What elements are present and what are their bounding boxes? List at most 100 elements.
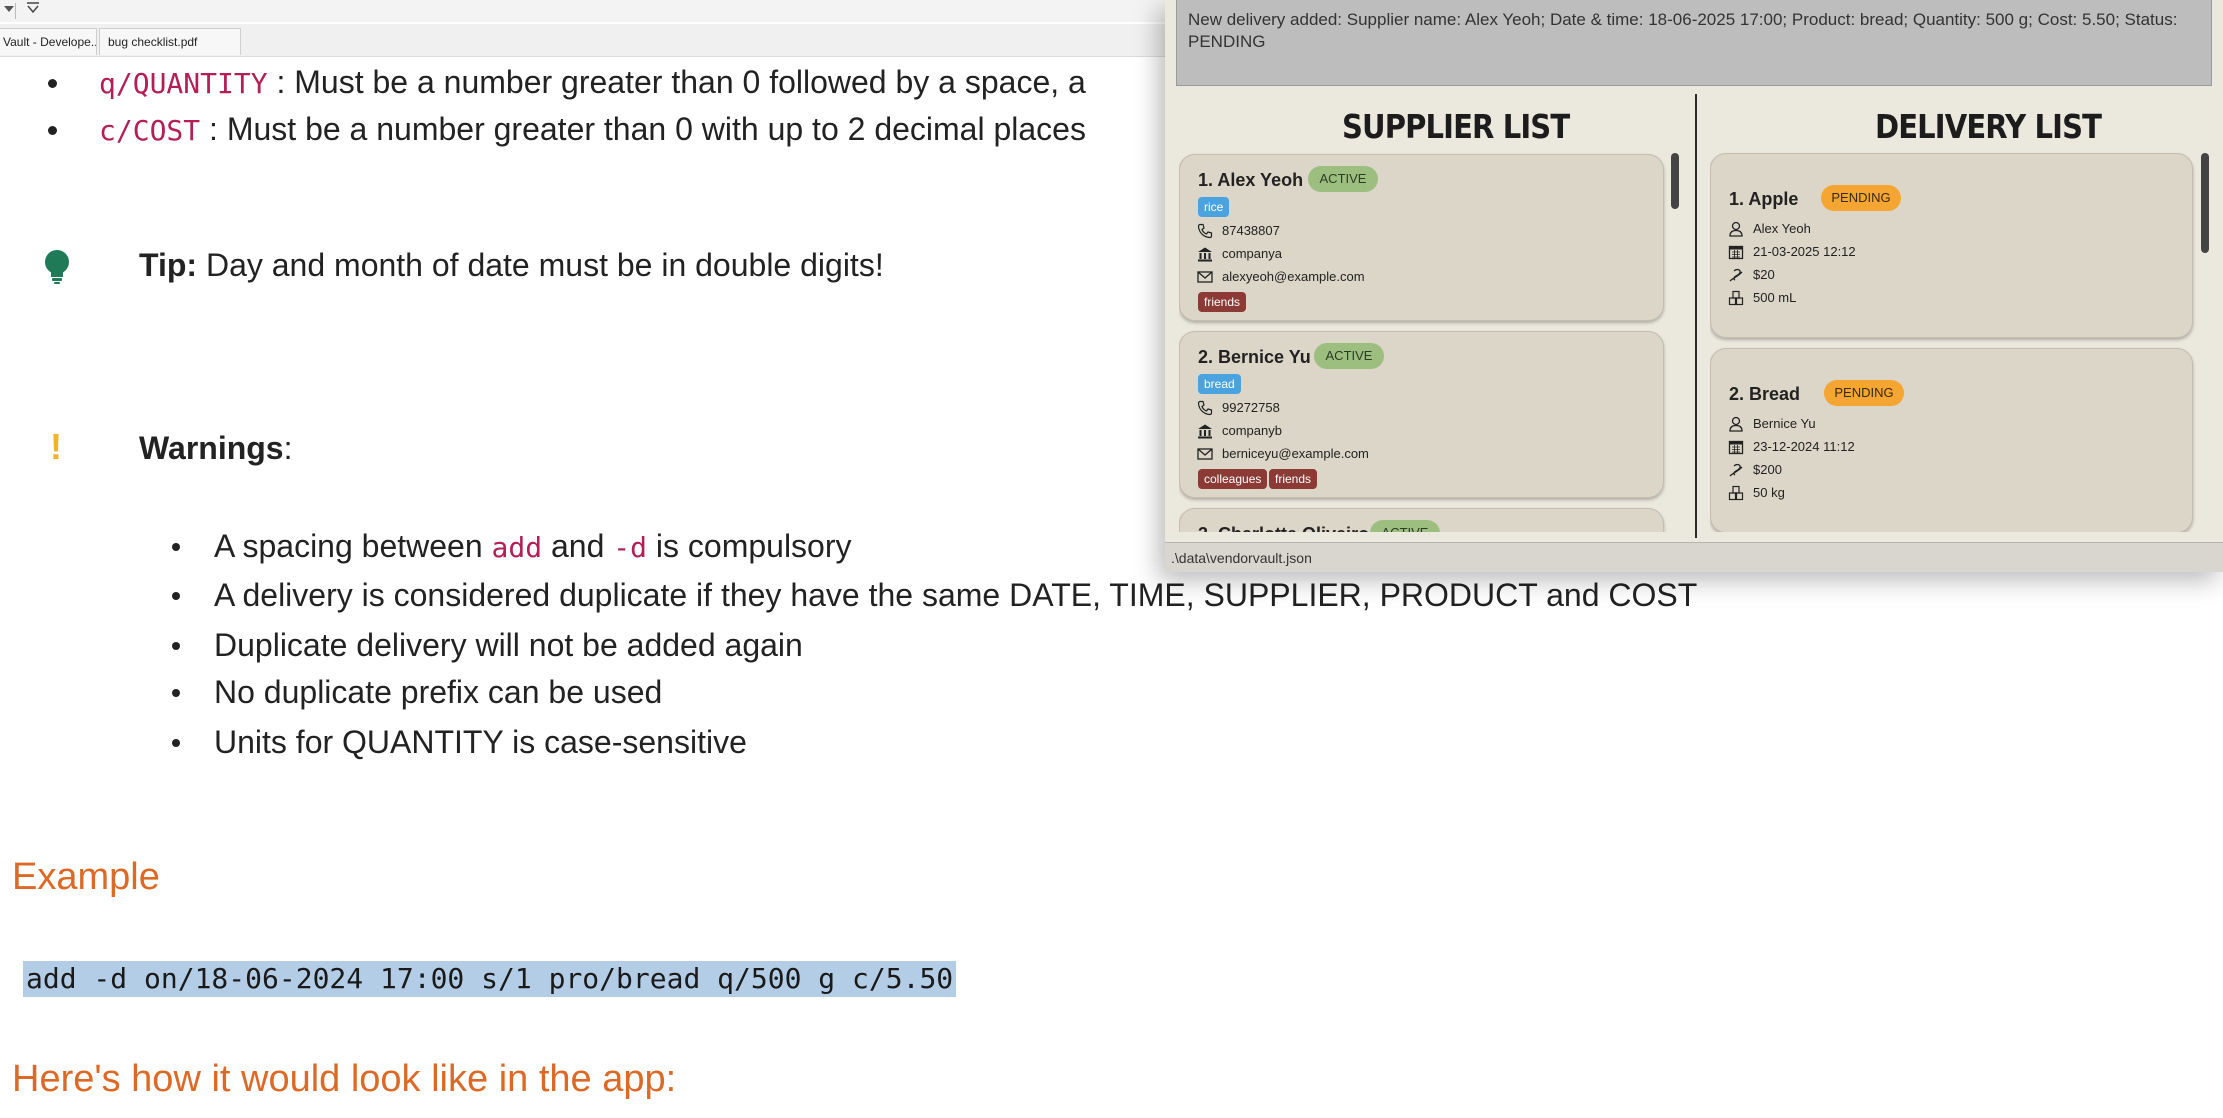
delivery-list-title: DELIVERY LIST: [1875, 107, 2102, 146]
app-window: New delivery added: Supplier name: Alex …: [1165, 0, 2223, 572]
panel-divider: [1695, 94, 1697, 538]
supplier-list[interactable]: 1. Alex Yeoh ACTIVE rice 87438807 compan…: [1179, 150, 1679, 532]
label-tag: colleagues: [1198, 469, 1268, 489]
supplier-name-text: Bernice Yu: [1218, 347, 1311, 367]
delivery-card[interactable]: 1. Apple PENDING Alex Yeoh 21-03-2025 12…: [1710, 153, 2193, 338]
product-tag: bread: [1198, 374, 1241, 394]
status-badge: ACTIVE: [1308, 166, 1378, 192]
company-text: companyb: [1222, 423, 1282, 438]
warnings-callout: Warnings:: [139, 430, 292, 467]
inline-code: q/QUANTITY: [99, 67, 268, 100]
cost-text: $200: [1753, 462, 1782, 477]
person-icon: [1728, 416, 1744, 435]
delivery-product-text: Bread: [1749, 384, 1801, 404]
menu-triangle-icon[interactable]: [4, 6, 14, 12]
bullet-dot: [172, 592, 180, 600]
supplier-card[interactable]: 2. Bernice Yu ACTIVE bread 99272758 comp…: [1179, 331, 1664, 498]
delivery-product: 1. Apple: [1729, 189, 1798, 210]
cost-text: $20: [1753, 267, 1775, 282]
phone-text: 99272758: [1222, 400, 1280, 415]
supplier-text: Bernice Yu: [1753, 416, 1816, 431]
status-bar: .\data\vendorvault.json: [1165, 542, 2223, 572]
bullet-dot: [172, 642, 180, 650]
supplier-text: Alex Yeoh: [1753, 221, 1811, 236]
bullet-dot: [48, 126, 57, 135]
warnings-label: Warnings: [139, 430, 284, 466]
inline-code: -d: [613, 531, 647, 564]
datetime-text: 23-12-2024 11:12: [1753, 439, 1855, 454]
email-text: berniceyu@example.com: [1222, 446, 1369, 461]
person-icon: [1728, 221, 1744, 240]
browser-toolbar: [0, 0, 1170, 22]
delivery-card[interactable]: 2. Bread PENDING Bernice Yu 23-12-2024 1…: [1710, 348, 2193, 532]
inline-code: add: [491, 531, 543, 564]
bullet-text: Duplicate delivery will not be added aga…: [214, 627, 803, 663]
building-icon: [1197, 246, 1213, 265]
bullet-text: A delivery is considered duplicate if th…: [214, 577, 1698, 613]
phone-icon: [1197, 223, 1213, 242]
supplier-card[interactable]: 1. Alex Yeoh ACTIVE rice 87438807 compan…: [1179, 154, 1664, 321]
supplier-list-scrollbar[interactable]: [1671, 153, 1679, 209]
bullet-dot: [172, 739, 180, 747]
tab-label: bug checklist.pdf: [108, 35, 198, 49]
browser-tab-bar: Vault - Develope... bug checklist.pdf: [0, 24, 1170, 57]
supplier-card[interactable]: 3. Charlotte Oliveiro ACTIVE: [1179, 508, 1664, 532]
tab-vault-developer[interactable]: Vault - Develope...: [0, 28, 97, 55]
example-code[interactable]: add -d on/18-06-2024 17:00 s/1 pro/bread…: [23, 961, 957, 997]
delivery-index: 2.: [1729, 384, 1745, 404]
tip-text: Day and month of date must be in double …: [197, 247, 884, 283]
boxes-icon: [1728, 485, 1744, 504]
bullet-text: : Must be a number greater than 0 with u…: [200, 111, 1086, 147]
supplier-name: 1. Alex Yeoh: [1198, 170, 1303, 191]
calendar-icon: [1728, 439, 1744, 458]
bullet-text: and: [542, 528, 614, 564]
quantity-text: 50 kg: [1753, 485, 1785, 500]
tip-label: Tip:: [139, 247, 198, 283]
tip-callout: Tip: Day and month of date must be in do…: [139, 247, 884, 284]
building-icon: [1197, 423, 1213, 442]
quantity-text: 500 mL: [1753, 290, 1797, 305]
datetime-text: 21-03-2025 12:12: [1753, 244, 1856, 259]
money-icon: [1728, 462, 1744, 481]
delivery-list[interactable]: 1. Apple PENDING Alex Yeoh 21-03-2025 12…: [1710, 150, 2200, 532]
label-tag: friends: [1198, 292, 1247, 312]
status-badge: ACTIVE: [1314, 343, 1384, 369]
bullet-dot: [48, 79, 57, 88]
exclamation-icon: !: [50, 426, 62, 467]
delivery-index: 1.: [1729, 189, 1745, 209]
product-tag: rice: [1198, 197, 1230, 217]
bullet-dot: [172, 543, 180, 551]
bullet-text: No duplicate prefix can be used: [214, 674, 663, 710]
phone-icon: [1197, 400, 1213, 419]
inline-code: c/COST: [99, 114, 201, 147]
tab-bug-checklist[interactable]: bug checklist.pdf: [99, 28, 241, 55]
result-display: New delivery added: Supplier name: Alex …: [1176, 0, 2212, 86]
supplier-index: 2.: [1198, 347, 1214, 367]
bullet-text: Units for QUANTITY is case-sensitive: [214, 724, 747, 760]
status-badge: ACTIVE: [1370, 520, 1440, 532]
lightbulb-icon: [42, 249, 72, 290]
status-badge: PENDING: [1821, 185, 1901, 211]
phone-text: 87438807: [1222, 223, 1280, 238]
status-badge: PENDING: [1824, 380, 1904, 406]
boxes-icon: [1728, 290, 1744, 309]
supplier-index: 3.: [1198, 524, 1213, 532]
supplier-name: 3. Charlotte Oliveiro: [1198, 524, 1369, 532]
delivery-product: 2. Bread: [1729, 384, 1800, 405]
money-icon: [1728, 267, 1744, 286]
tab-label: Vault - Develope...: [3, 35, 97, 49]
email-text: alexyeoh@example.com: [1222, 269, 1365, 284]
company-text: companya: [1222, 246, 1282, 261]
supplier-name-text: Charlotte Oliveiro: [1218, 524, 1369, 532]
example-heading: Example: [12, 856, 160, 898]
chevron-down-icon[interactable]: [26, 1, 40, 20]
bullet-text: A spacing between: [214, 528, 492, 564]
toolbar-separator: [15, 3, 16, 19]
envelope-icon: [1197, 269, 1213, 288]
calendar-icon: [1728, 244, 1744, 263]
supplier-name: 2. Bernice Yu: [1198, 347, 1311, 368]
supplier-name-text: Alex Yeoh: [1217, 170, 1304, 190]
label-tag: friends: [1269, 469, 1318, 489]
delivery-list-scrollbar[interactable]: [2201, 153, 2209, 253]
warnings-colon: :: [283, 430, 293, 466]
